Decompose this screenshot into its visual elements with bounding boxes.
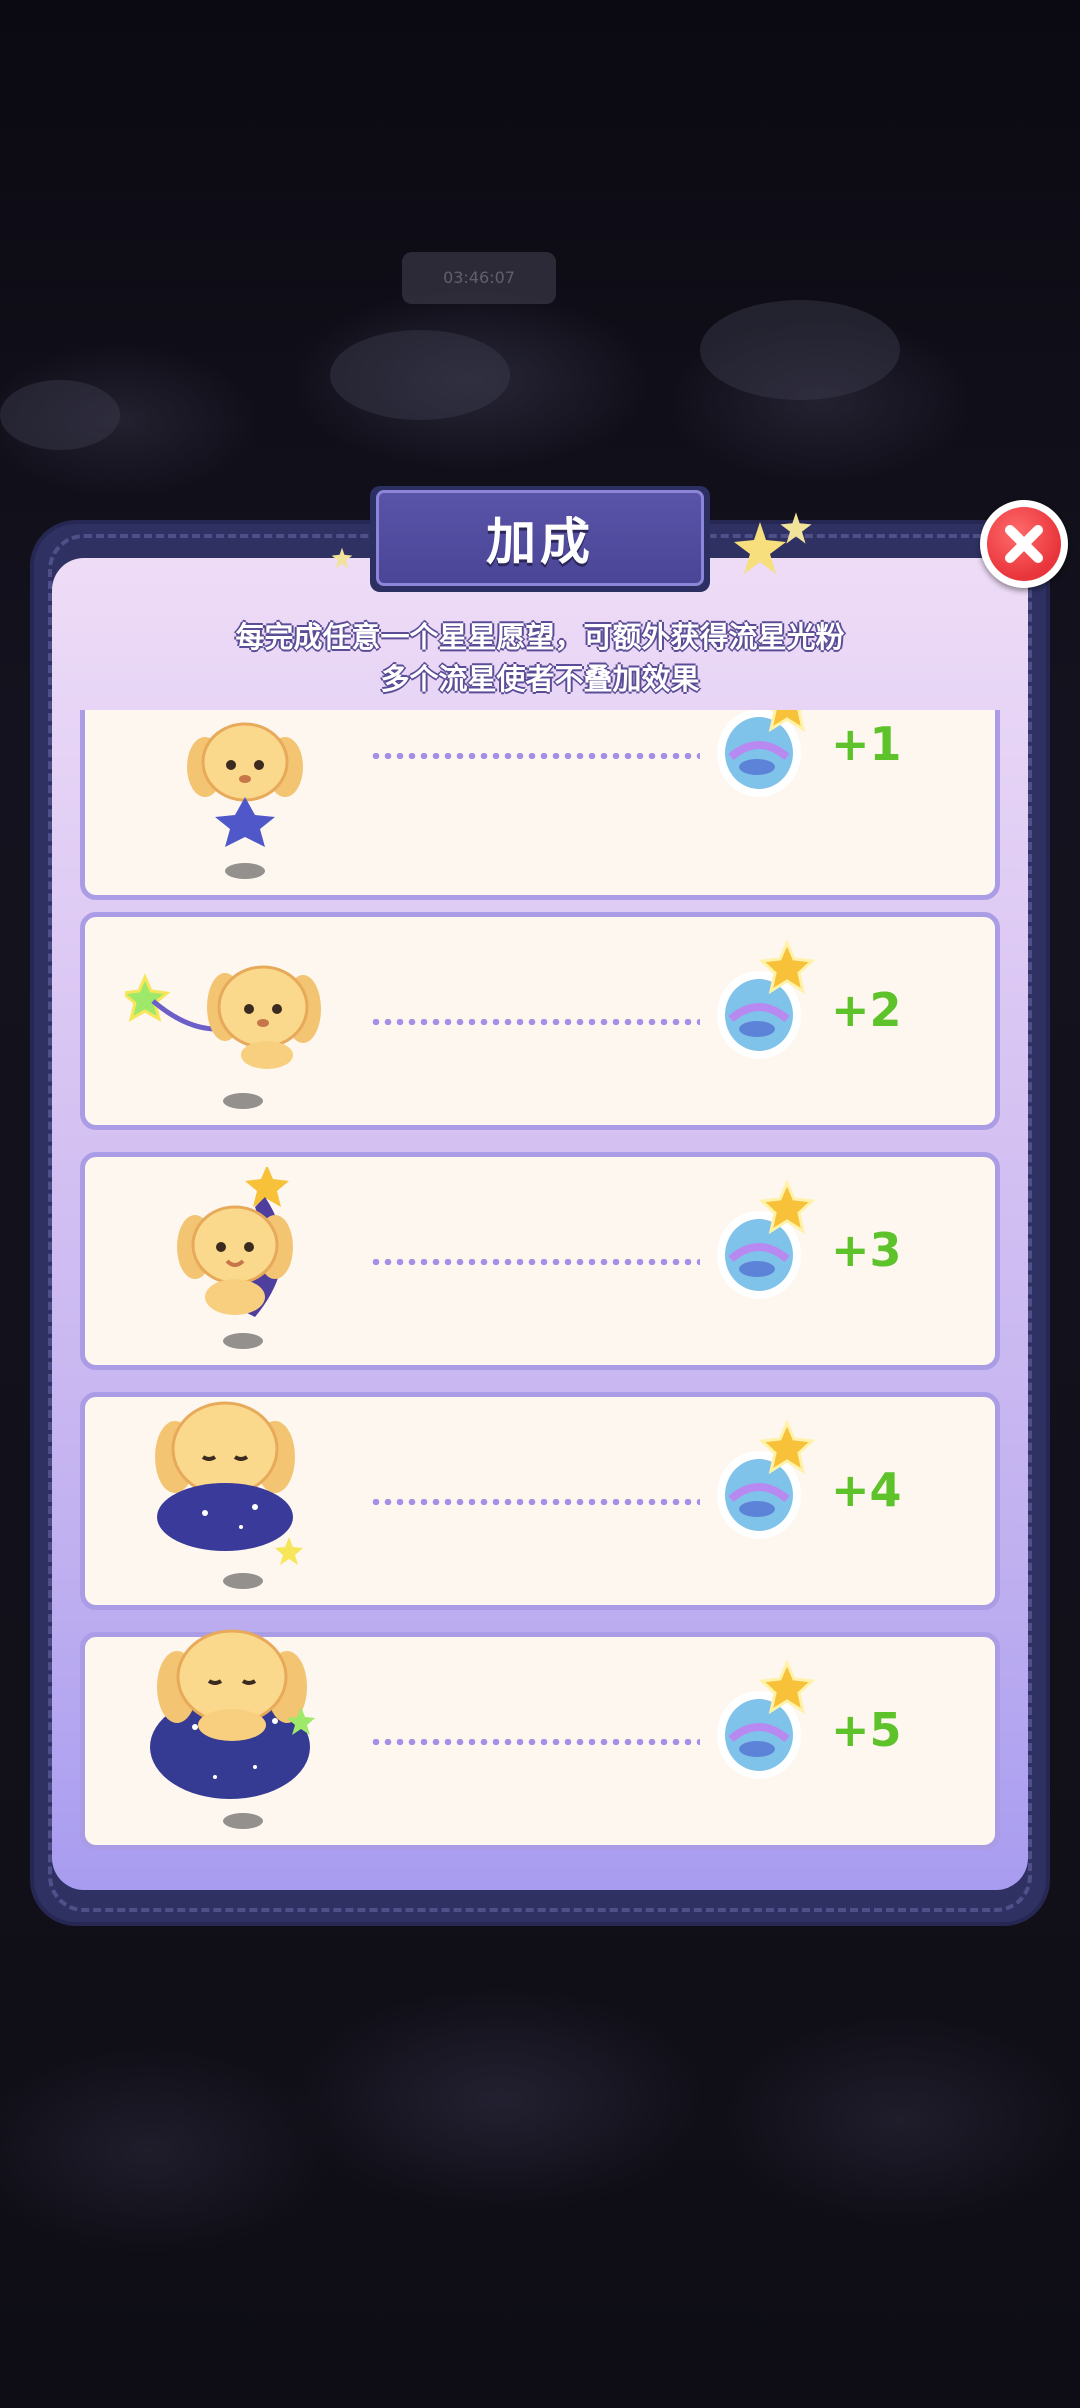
description-line-1: 每完成任意一个星星愿望，可额外获得流星光粉	[235, 620, 845, 654]
pet-shadow	[223, 1333, 263, 1349]
background-timer-pill: 03:46:07	[402, 252, 556, 304]
dotted-connector	[370, 1259, 700, 1265]
bonus-row-2: +2	[80, 912, 1000, 1130]
pet-shadow	[225, 863, 265, 879]
bonus-value: +4	[831, 1463, 902, 1517]
meteor-messenger-pet-level-4-icon	[155, 1401, 303, 1565]
title-banner: 加成	[376, 490, 704, 586]
bonus-row-4: +4	[80, 1392, 1000, 1610]
description-line-2: 多个流星使者不叠加效果	[380, 662, 700, 696]
meteor-messenger-pet-level-5-icon	[150, 1629, 315, 1799]
meteor-dust-flask-icon	[717, 939, 816, 1059]
dotted-connector	[370, 753, 700, 759]
bonus-list[interactable]: +1 +2 +3 +4 +5	[80, 710, 1000, 1868]
background-cloud	[0, 380, 120, 450]
bonus-row-1: +1	[80, 710, 1000, 900]
meteor-messenger-pet-level-2-icon	[125, 965, 321, 1069]
pet-shadow	[223, 1813, 263, 1829]
dotted-connector	[370, 1499, 700, 1505]
background-cloud	[700, 300, 900, 400]
close-button[interactable]	[980, 500, 1068, 588]
pet-shadow	[223, 1093, 263, 1109]
bonus-row-5: +5	[80, 1629, 1000, 1850]
dotted-connector	[370, 1739, 700, 1745]
meteor-dust-flask-icon	[717, 1419, 816, 1539]
dotted-connector	[370, 1019, 700, 1025]
pet-shadow	[223, 1573, 263, 1589]
sparkle-star-icon	[331, 547, 353, 569]
bonus-value: +5	[831, 1703, 902, 1757]
bonus-value: +1	[831, 717, 902, 771]
close-button-face[interactable]	[987, 507, 1061, 581]
bonus-value: +3	[831, 1223, 902, 1277]
dialog-title: 加成	[486, 513, 594, 571]
close-x-icon	[1005, 525, 1043, 563]
meteor-messenger-pet-level-3-icon	[177, 1167, 293, 1317]
meteor-messenger-pet-level-1-icon	[187, 722, 303, 847]
sparkle-star-icon	[780, 512, 812, 544]
bonus-row-3: +3	[80, 1152, 1000, 1370]
background-cloud	[330, 330, 510, 420]
bonus-value: +2	[831, 983, 902, 1037]
meteor-dust-flask-icon	[717, 1179, 816, 1299]
meteor-dust-flask-icon	[717, 1659, 816, 1779]
meteor-dust-flask-icon	[717, 710, 806, 797]
